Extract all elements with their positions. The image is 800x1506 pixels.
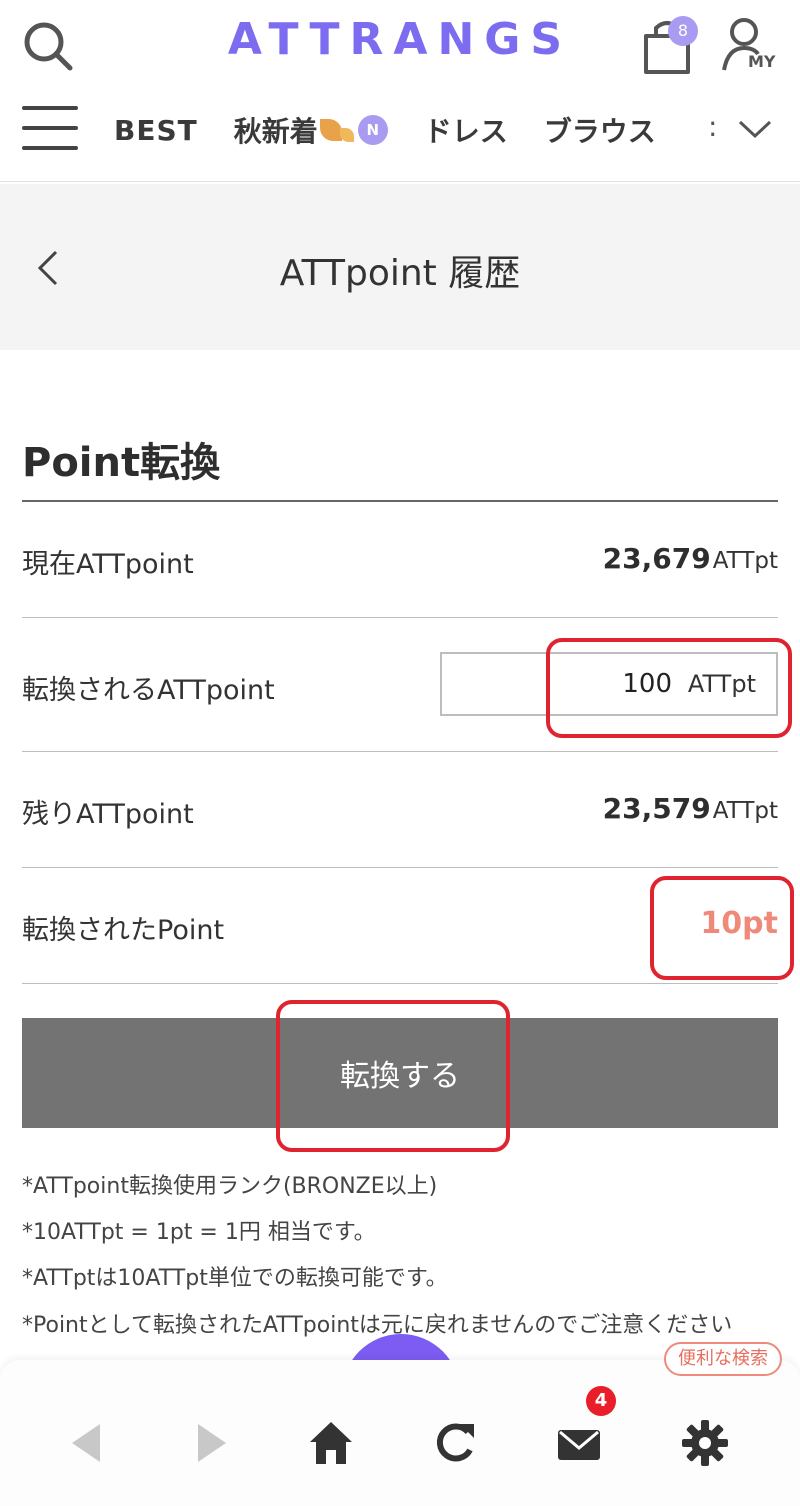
remaining-point-row: 残りATTpoint 23,579ATTpt — [22, 752, 778, 868]
reload-icon — [436, 1423, 474, 1462]
my-label: MY — [748, 52, 776, 71]
current-point-label: 現在ATTpoint — [22, 549, 194, 580]
conversion-notes: *ATTpoint転換使用ランク(BRONZE以上) *10ATTpt = 1p… — [22, 1164, 782, 1342]
current-point-row: 現在ATTpoint 23,679ATTpt — [22, 502, 778, 618]
leaf-icon — [339, 128, 354, 142]
convert-point-label: 転換されるATTpoint — [22, 675, 275, 706]
page-title: ATTpoint 履歴 — [279, 253, 521, 294]
leaf-icon — [319, 119, 342, 141]
hamburger-icon — [22, 106, 78, 150]
nav-item-dress[interactable]: ドレス — [424, 110, 508, 150]
remaining-point-label: 残りATTpoint — [22, 799, 194, 830]
expand-categories-button[interactable] — [738, 116, 772, 144]
triangle-left-icon — [72, 1424, 100, 1462]
note-item: *ATTptは10ATTpt単位での転換可能です。 — [22, 1266, 448, 1291]
menu-button[interactable] — [22, 106, 78, 154]
browser-back-button[interactable] — [64, 1418, 114, 1468]
header: ATTRANGS 8 MY — [0, 0, 800, 90]
mail-count-badge: 4 — [586, 1386, 616, 1416]
chevron-down-icon — [738, 120, 772, 139]
triangle-right-icon — [198, 1424, 226, 1462]
mail-icon — [558, 1430, 600, 1460]
section-title: Point転換 — [22, 440, 221, 486]
cart-count-badge: 8 — [668, 16, 698, 46]
note-item: *10ATTpt = 1pt = 1円 相当です。 — [22, 1220, 376, 1245]
nav-item-blouse[interactable]: ブラウス — [544, 110, 656, 150]
category-list: BEST 秋新着 N ドレス ブラウス — [114, 108, 692, 152]
gear-icon — [682, 1420, 728, 1466]
reload-button[interactable] — [430, 1418, 480, 1468]
home-button[interactable] — [306, 1418, 356, 1468]
home-icon — [310, 1422, 352, 1464]
new-badge: N — [357, 115, 388, 145]
current-point-value: 23,679ATTpt — [602, 542, 778, 575]
nav-item-autumn-new[interactable]: 秋新着 N — [234, 110, 388, 150]
highlight-box-input — [546, 638, 792, 738]
convenient-search-button[interactable]: 便利な検索 — [664, 1342, 782, 1376]
converted-point-label: 転換されたPoint — [22, 915, 225, 946]
highlight-box-converted — [650, 876, 794, 980]
nav-overflow-text: : — [708, 110, 718, 143]
remaining-point-value: 23,579ATTpt — [602, 792, 778, 825]
mail-button[interactable] — [554, 1418, 604, 1468]
settings-button[interactable] — [680, 1418, 730, 1468]
category-nav: BEST 秋新着 N ドレス ブラウス : — [0, 92, 800, 182]
note-item: *ATTpoint転換使用ランク(BRONZE以上) — [22, 1174, 438, 1199]
highlight-box-submit — [276, 1000, 510, 1152]
browser-forward-button[interactable] — [184, 1418, 234, 1468]
page-header: ATTpoint 履歴 — [0, 184, 800, 350]
nav-item-best[interactable]: BEST — [114, 114, 198, 147]
